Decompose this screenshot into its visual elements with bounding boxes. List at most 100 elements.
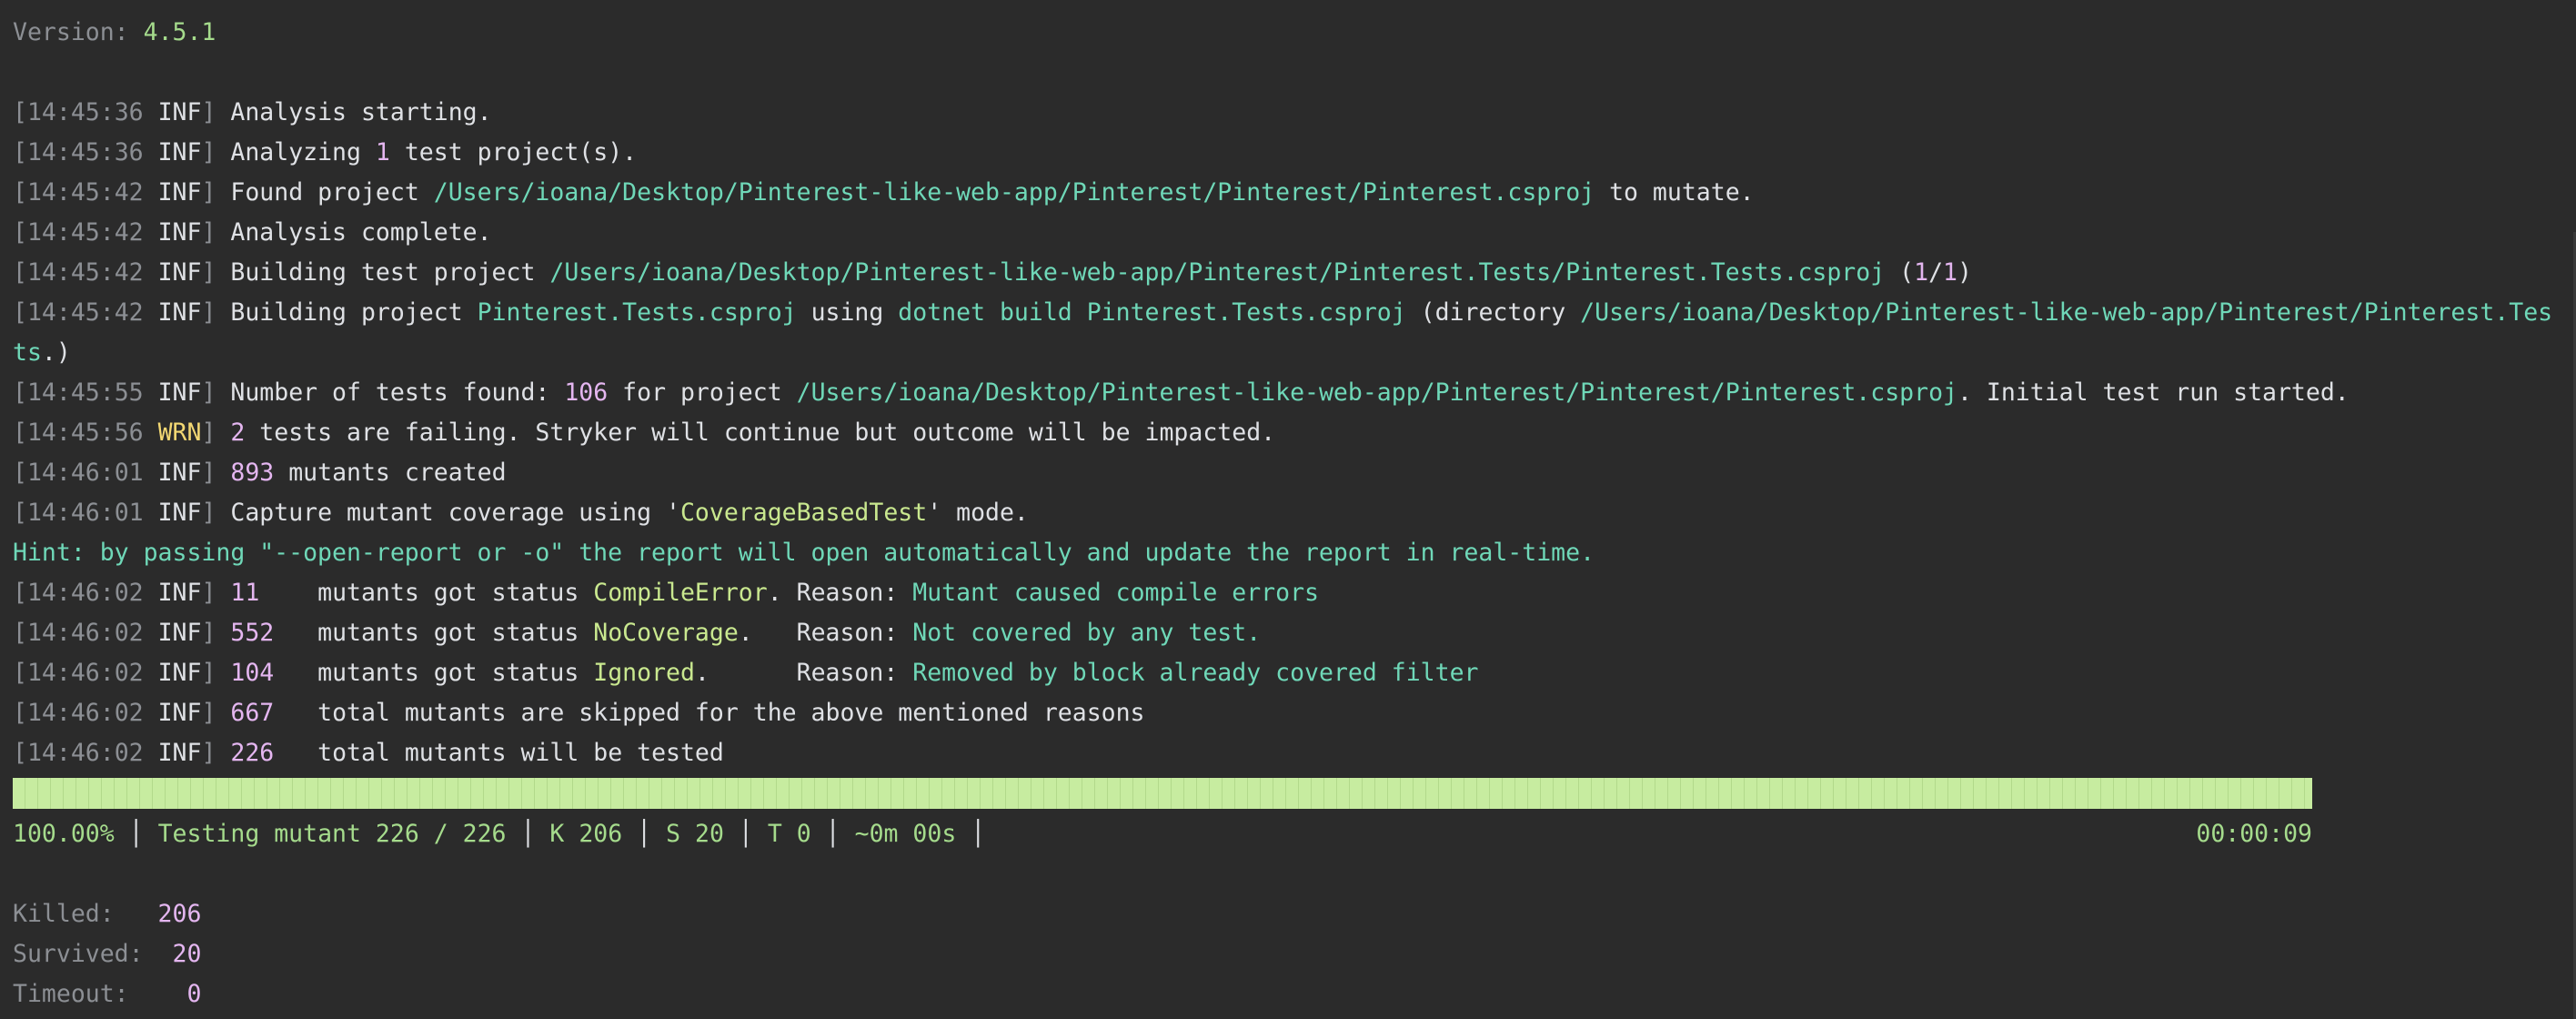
progress-testing: Testing mutant 226 / 226 bbox=[157, 820, 507, 848]
log-level: WRN bbox=[157, 419, 202, 447]
log-timestamp: 14:46:02 bbox=[26, 659, 144, 687]
log-text: Hint: by passing "--open-report or -o" t… bbox=[13, 539, 1595, 567]
log-text: . Reason: bbox=[767, 579, 913, 607]
progress-timeout: T 0 bbox=[767, 820, 811, 848]
log-line: [14:45:42 INF] Analysis complete. bbox=[13, 213, 492, 253]
log-level: INF bbox=[157, 218, 202, 247]
separator: │ bbox=[971, 820, 986, 848]
log-text: 667 bbox=[230, 699, 275, 727]
log-text: to mutate. bbox=[1595, 178, 1755, 207]
log-text: mutants got status bbox=[274, 619, 594, 647]
log-line: [14:45:56 WRN] 2 tests are failing. Stry… bbox=[13, 413, 1275, 453]
bracket: [ bbox=[13, 218, 27, 247]
terminal-output[interactable]: Version: 4.5.1 [14:45:36 INF] Analysis s… bbox=[0, 0, 2576, 1019]
log-line: [14:46:02 INF] 667 total mutants are ski… bbox=[13, 693, 1145, 733]
log-text: Found project bbox=[230, 178, 434, 207]
log-text: Building test project bbox=[230, 258, 550, 287]
log-text: Number of tests found: bbox=[230, 378, 565, 407]
progress-eta: ~0m 00s bbox=[854, 820, 957, 848]
log-level: INF bbox=[157, 699, 202, 727]
log-level: INF bbox=[157, 459, 202, 487]
log-text: mutants got status bbox=[274, 659, 594, 687]
bracket: [ bbox=[13, 659, 27, 687]
summary-label: Survived: bbox=[13, 940, 144, 968]
log-timestamp: 14:45:56 bbox=[26, 419, 144, 447]
summary-row: Survived: 20 bbox=[13, 934, 201, 974]
log-timestamp: 14:45:42 bbox=[26, 178, 144, 207]
log-line: [14:45:42 INF] Found project /Users/ioan… bbox=[13, 173, 1755, 213]
log-timestamp: 14:46:02 bbox=[26, 739, 144, 767]
bracket: ] bbox=[201, 619, 231, 647]
bracket: ] bbox=[201, 258, 231, 287]
log-timestamp: 14:46:02 bbox=[26, 619, 144, 647]
log-text: total mutants will be tested bbox=[274, 739, 724, 767]
bracket: ] bbox=[201, 579, 231, 607]
log-text: Building project bbox=[230, 298, 478, 327]
log-text: Removed by block already covered filter bbox=[912, 659, 1479, 687]
log-level: INF bbox=[157, 619, 202, 647]
log-level: INF bbox=[157, 178, 202, 207]
bracket: [ bbox=[13, 459, 27, 487]
bracket: ] bbox=[201, 419, 231, 447]
log-level: INF bbox=[157, 579, 202, 607]
log-text: 1 bbox=[1914, 258, 1929, 287]
log-text: 106 bbox=[564, 378, 609, 407]
log-text: Analyzing bbox=[230, 138, 376, 166]
log-text: Ignored bbox=[593, 659, 695, 687]
log-line: Hint: by passing "--open-report or -o" t… bbox=[13, 533, 1595, 573]
log-level: INF bbox=[157, 659, 202, 687]
separator: │ bbox=[637, 820, 652, 848]
bracket: ] bbox=[201, 138, 231, 166]
log-line: [14:46:02 INF] 104 mutants got status Ig… bbox=[13, 653, 1479, 693]
summary-value: 0 bbox=[143, 980, 202, 1008]
log-text: /Users/ioana/Desktop/Pinterest-like-web-… bbox=[549, 258, 1886, 287]
summary-value: 206 bbox=[143, 900, 202, 928]
bracket: [ bbox=[13, 298, 27, 327]
log-text: 893 bbox=[230, 459, 275, 487]
log-text: Capture mutant coverage using ' bbox=[230, 499, 680, 527]
log-level: INF bbox=[157, 138, 202, 166]
log-timestamp: 14:45:42 bbox=[26, 258, 144, 287]
log-text: /Users/ioana/Desktop/Pinterest-like-web-… bbox=[796, 378, 1957, 407]
log-timestamp: 14:46:01 bbox=[26, 459, 144, 487]
progress-elapsed: 00:00:09 bbox=[2196, 820, 2312, 848]
log-text: 1 bbox=[375, 138, 390, 166]
log-line: [14:46:02 INF] 552 mutants got status No… bbox=[13, 613, 1261, 653]
bracket: [ bbox=[13, 378, 27, 407]
separator: │ bbox=[825, 820, 840, 848]
log-timestamp: 14:45:36 bbox=[26, 98, 144, 126]
log-text: ) bbox=[1957, 258, 1972, 287]
bracket: [ bbox=[13, 739, 27, 767]
log-text: ' mode. bbox=[927, 499, 1029, 527]
log-level: INF bbox=[157, 378, 202, 407]
bracket: [ bbox=[13, 699, 27, 727]
log-timestamp: 14:46:02 bbox=[26, 579, 144, 607]
bracket: [ bbox=[13, 258, 27, 287]
bracket: [ bbox=[13, 579, 27, 607]
bracket: [ bbox=[13, 138, 27, 166]
bracket: [ bbox=[13, 499, 27, 527]
log-line: [14:45:42 INF] Building test project /Us… bbox=[13, 253, 1972, 293]
summary-row: Killed: 206 bbox=[13, 894, 201, 934]
log-text: . Initial test run started. bbox=[1957, 378, 2350, 407]
log-line: [14:45:36 INF] Analysis starting. bbox=[13, 93, 492, 133]
log-text: . Reason: bbox=[738, 619, 913, 647]
bracket: ] bbox=[201, 739, 231, 767]
summary-label: Killed: bbox=[13, 900, 144, 928]
log-timestamp: 14:45:42 bbox=[26, 218, 144, 247]
bracket: [ bbox=[13, 178, 27, 207]
log-text: Not covered by any test. bbox=[912, 619, 1262, 647]
log-text: for project bbox=[608, 378, 797, 407]
log-line: [14:46:02 INF] 226 total mutants will be… bbox=[13, 733, 724, 773]
separator: │ bbox=[520, 820, 536, 848]
log-line: [14:46:02 INF] 11 mutants got status Com… bbox=[13, 573, 1319, 613]
log-text: 226 bbox=[230, 739, 275, 767]
log-text: 552 bbox=[230, 619, 275, 647]
bracket: ] bbox=[201, 499, 231, 527]
bracket: [ bbox=[13, 98, 27, 126]
log-text: Analysis starting. bbox=[230, 98, 492, 126]
log-text: CompileError bbox=[593, 579, 768, 607]
log-level: INF bbox=[157, 739, 202, 767]
log-text: dotnet build Pinterest.Tests.csproj bbox=[898, 298, 1406, 327]
bracket: [ bbox=[13, 619, 27, 647]
